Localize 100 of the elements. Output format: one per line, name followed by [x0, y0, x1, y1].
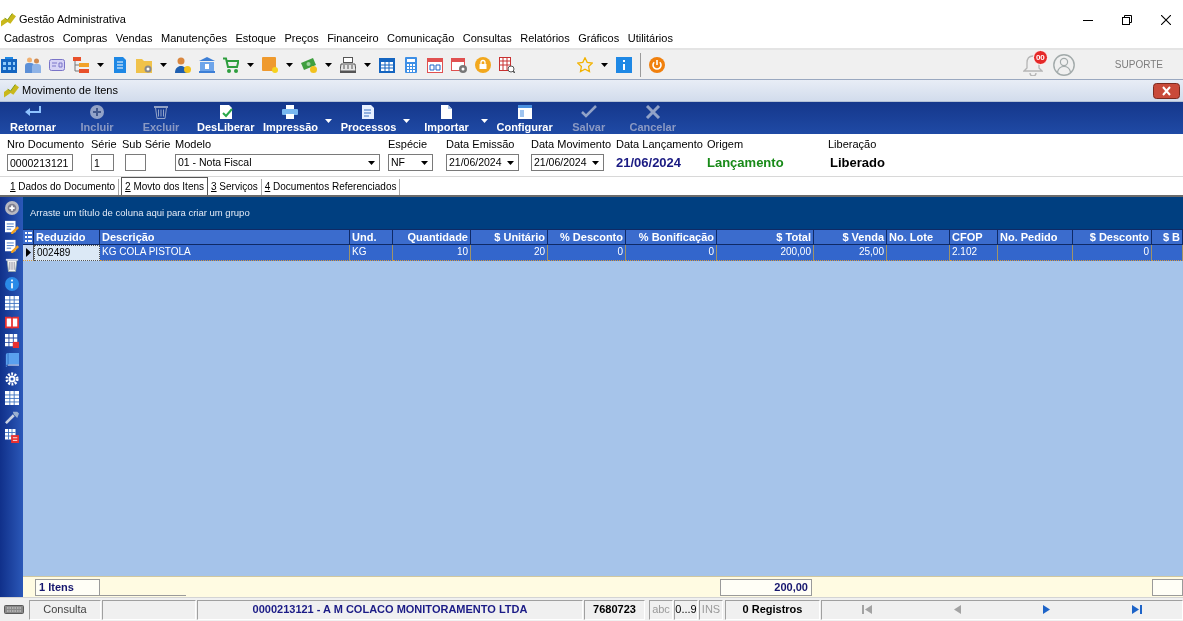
wrench-icon[interactable]: [4, 410, 19, 424]
menu-item[interactable]: Comunicação: [387, 32, 455, 46]
cash-register-icon[interactable]: [340, 56, 356, 73]
column-header[interactable]: % Bonificação: [626, 229, 717, 245]
menu-item[interactable]: Relatórios: [520, 32, 570, 46]
column-header[interactable]: $ Unitário: [471, 229, 548, 245]
column-header[interactable]: No. Lote: [887, 229, 950, 245]
calendar-icon[interactable]: [379, 56, 395, 73]
people-icon[interactable]: [25, 56, 41, 73]
next-record-icon[interactable]: [1042, 605, 1052, 614]
caret-icon[interactable]: [364, 62, 371, 67]
column-header[interactable]: $ Total: [717, 229, 814, 245]
toolbar-button[interactable]: Importar: [414, 102, 479, 134]
text-field[interactable]: 1: [91, 154, 114, 171]
column-header[interactable]: Descrição: [100, 229, 350, 245]
table-icon[interactable]: [4, 296, 19, 310]
calendar-gear-icon[interactable]: [451, 56, 467, 73]
edit-icon[interactable]: [4, 220, 19, 234]
table-search-icon[interactable]: [499, 56, 515, 73]
caret-icon[interactable]: [247, 62, 254, 67]
dropdown-field[interactable]: 21/06/2024: [446, 154, 519, 171]
count-field: 1 Itens: [35, 578, 100, 596]
table-row[interactable]: 002489 KG COLA PISTOLA KG 10 20 0 0 200,00 25,00 2.102 0: [23, 245, 1183, 261]
building-icon[interactable]: [1, 56, 17, 73]
column-header[interactable]: No. Pedido: [998, 229, 1073, 245]
caret-icon[interactable]: [592, 160, 599, 165]
column-header[interactable]: Quantidade: [393, 229, 471, 245]
toolbar-button[interactable]: DesLiberar: [193, 102, 259, 134]
column-header[interactable]: $ B: [1152, 229, 1183, 245]
tab[interactable]: 1 Dados do Documento: [7, 179, 120, 195]
menu-item[interactable]: Gráficos: [578, 32, 620, 46]
user-label[interactable]: SUPORTE: [1114, 58, 1163, 71]
folder-icon[interactable]: [136, 56, 152, 73]
table-icon[interactable]: [4, 429, 19, 443]
caret-icon[interactable]: [507, 160, 514, 165]
tab[interactable]: 2 Movto dos Itens: [121, 177, 208, 195]
bell-icon[interactable]: [1022, 53, 1043, 76]
caret-icon[interactable]: [160, 62, 167, 67]
caret-icon[interactable]: [368, 160, 375, 165]
bank-icon[interactable]: [199, 56, 215, 73]
caret-icon[interactable]: [403, 119, 411, 123]
dropdown-field[interactable]: NF: [388, 154, 433, 171]
money-icon[interactable]: [301, 56, 317, 73]
grid-icon[interactable]: [4, 334, 19, 348]
column-header[interactable]: Reduzido: [34, 229, 100, 245]
star-icon[interactable]: [577, 56, 593, 73]
add-icon[interactable]: [4, 201, 19, 215]
toolbar-button[interactable]: Processos: [336, 102, 401, 134]
menu-item[interactable]: Cadastros: [4, 32, 55, 46]
toolbar-button[interactable]: Configurar: [492, 102, 557, 134]
edit-icon[interactable]: [4, 239, 19, 253]
menu-item[interactable]: Compras: [62, 32, 108, 46]
gear-icon[interactable]: [4, 372, 19, 386]
dropdown-field[interactable]: 01 - Nota Fiscal: [175, 154, 380, 171]
cart-icon[interactable]: [223, 56, 239, 73]
caret-icon[interactable]: [286, 62, 293, 67]
column-header[interactable]: Und.: [350, 229, 393, 245]
book-icon[interactable]: [4, 315, 19, 329]
restore-icon[interactable]: [1122, 15, 1132, 25]
column-header[interactable]: % Desconto: [548, 229, 626, 245]
person-coin-icon[interactable]: [175, 56, 191, 73]
last-record-icon[interactable]: [1132, 605, 1142, 614]
card-icon[interactable]: [49, 56, 65, 73]
minimize-icon[interactable]: [1083, 19, 1093, 21]
menu-item[interactable]: Preços: [284, 32, 319, 46]
menu-item[interactable]: Consultas: [462, 32, 512, 46]
caret-icon[interactable]: [421, 160, 428, 165]
close-icon[interactable]: [1153, 82, 1180, 99]
caret-icon[interactable]: [325, 119, 333, 123]
column-header[interactable]: CFOP: [950, 229, 998, 245]
menu-item[interactable]: Utilitários: [627, 32, 673, 46]
tab[interactable]: 3 Serviços: [208, 179, 262, 195]
text-field[interactable]: 0000213121: [7, 154, 73, 171]
toolbar-button[interactable]: Impressão: [258, 102, 323, 134]
tab[interactable]: 4 Documentos Referenciados: [261, 179, 401, 195]
list-icon[interactable]: [24, 232, 32, 242]
table-cell: 10: [393, 245, 471, 261]
trash-icon[interactable]: [4, 258, 19, 272]
caret-icon[interactable]: [481, 119, 489, 123]
power-icon[interactable]: [649, 56, 665, 73]
table-icon[interactable]: [4, 391, 19, 405]
text-field[interactable]: [125, 154, 146, 171]
calculator-icon[interactable]: [403, 56, 419, 73]
menu-item[interactable]: Financeiro: [327, 32, 379, 46]
close-icon[interactable]: [1161, 15, 1171, 25]
info-icon[interactable]: [4, 277, 19, 291]
menu-item[interactable]: Manutenções: [160, 32, 227, 46]
column-header[interactable]: $ Venda: [814, 229, 887, 245]
document-icon[interactable]: [112, 56, 128, 73]
menu-item[interactable]: Estoque: [235, 32, 276, 46]
book-icon[interactable]: [4, 353, 19, 367]
column-header[interactable]: $ Desconto: [1073, 229, 1152, 245]
dropdown-field[interactable]: 21/06/2024: [531, 154, 604, 171]
menu-item[interactable]: Vendas: [115, 32, 153, 46]
caret-icon[interactable]: [97, 62, 104, 67]
calendar-icon[interactable]: [427, 56, 443, 73]
caret-icon[interactable]: [601, 62, 608, 67]
toolbar-button[interactable]: Retornar: [1, 102, 65, 134]
org-chart-icon[interactable]: [73, 56, 89, 73]
caret-icon[interactable]: [325, 62, 332, 67]
